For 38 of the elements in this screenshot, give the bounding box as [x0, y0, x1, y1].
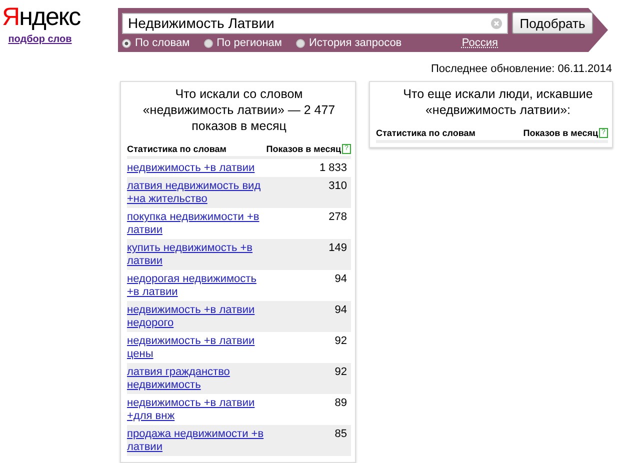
count-cell-text: 278: [328, 211, 348, 224]
word-selection-link[interactable]: подбор слов: [8, 34, 72, 45]
search-field[interactable]: Недвижимость Латвии: [122, 12, 508, 34]
last-update-text: Последнее обновление: 06.11.2014: [430, 62, 613, 75]
phrase-link[interactable]: недвижимость +в латвии +для внж: [127, 397, 269, 423]
radio-button[interactable]: [122, 38, 131, 48]
radio-button[interactable]: [296, 38, 305, 48]
phrase-link[interactable]: недвижимость +в латвии цены: [127, 335, 269, 361]
count-cell-text: 149: [328, 242, 348, 255]
count-cell-text: 1 833: [319, 162, 348, 175]
phrase-link[interactable]: купить недвижимость +в латвии: [127, 242, 269, 268]
count-cell-text: 89: [334, 397, 348, 410]
yandex-logo[interactable]: Яндекс: [0, 2, 80, 32]
panel-title: Что еще искали люди, искавшие «недвижимость латвии»:: [402, 86, 594, 118]
phrase-link[interactable]: продажа недвижимости +в латвии: [127, 428, 269, 454]
count-cell-text: 92: [334, 366, 348, 379]
count-cell-text: 94: [334, 273, 348, 286]
phrase-link[interactable]: латвия недвижимость вид +на жительство: [127, 180, 269, 206]
count-cell-text: 94: [334, 304, 348, 317]
radio-label[interactable]: История запросов: [309, 37, 402, 49]
radio-label[interactable]: По регионам: [216, 37, 282, 49]
column-header: Показов в месяц: [266, 144, 341, 154]
column-header: Показов в месяц: [523, 128, 598, 138]
phrase-link[interactable]: покупка недвижимости +в латвии: [127, 211, 269, 237]
count-cell-text: 310: [328, 180, 348, 193]
phrase-link[interactable]: недорогая недвижимость +в латвии: [127, 273, 269, 299]
phrase-link[interactable]: латвия гражданство недвижимость: [127, 366, 269, 392]
panel-title: Что искали со словом «недвижимость латвии» — 2 477 показов в месяц: [142, 86, 336, 134]
phrase-link[interactable]: недвижимость +в латвии недорого: [127, 304, 269, 330]
count-cell-text: 85: [334, 428, 348, 441]
column-header: Статистика по словам: [376, 128, 476, 138]
count-cell-text: 92: [334, 335, 348, 348]
submit-button[interactable]: Подобрать: [512, 12, 593, 34]
phrase-link[interactable]: недвижимость +в латвии: [127, 162, 269, 175]
radio-button[interactable]: [204, 38, 213, 48]
column-header: Статистика по словам: [127, 144, 226, 154]
region-link[interactable]: Россия: [462, 37, 498, 49]
radio-label[interactable]: По словам: [135, 37, 190, 49]
